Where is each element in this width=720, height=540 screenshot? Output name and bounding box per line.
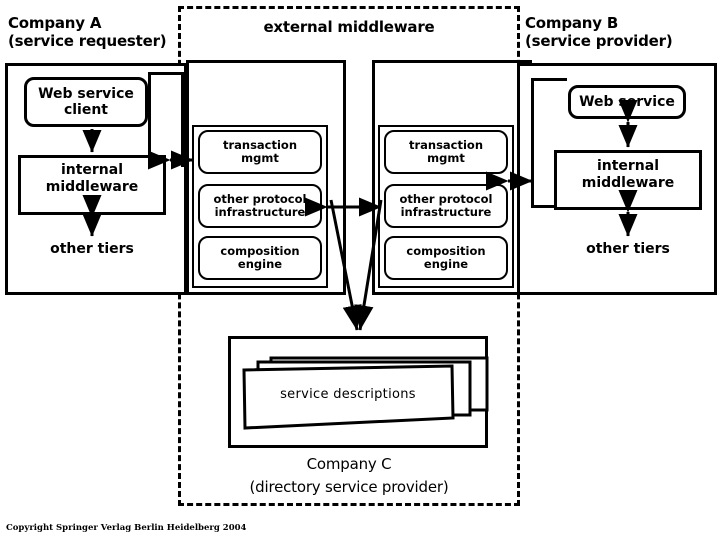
company-c-title-line1: Company C [306,455,392,473]
company-a-title-line2: (service requester) [8,32,167,50]
company-b-internal-middleware-label: internal middleware [581,158,675,191]
middleware-left-composition-engine[interactable]: composition engine [198,236,322,280]
middleware-left-other-protocol-infrastructure-label: other protocol infrastructure [213,191,307,219]
middleware-left-transaction-mgmt[interactable]: transaction mgmt [198,130,322,174]
copyright-notice: Copyright Springer Verlag Berlin Heidelb… [6,523,247,533]
company-b-title-line1: Company B [525,14,619,32]
company-a-other-tiers-label: other tiers [50,241,134,257]
middleware-left-transaction-mgmt-label: transaction mgmt [222,137,298,165]
middleware-right-other-protocol-infrastructure-label: other protocol infrastructure [399,191,493,219]
company-b-other-tiers-label: other tiers [586,241,670,257]
company-b-title-line2: (service provider) [525,32,673,50]
middleware-left-other-protocol-infrastructure[interactable]: other protocol infrastructure [198,184,322,228]
middleware-left-composition-engine-label: composition engine [220,243,300,271]
web-service-client-label: Web service client [38,85,134,118]
middleware-right-other-protocol-infrastructure[interactable]: other protocol infrastructure [384,184,508,228]
company-c-title-line2: (directory service provider) [249,478,449,496]
company-a-title-line1: Company A [8,14,102,32]
service-descriptions-label: service descriptions [280,387,416,402]
middleware-right-transaction-mgmt[interactable]: transaction mgmt [384,130,508,174]
middleware-right-composition-engine[interactable]: composition engine [384,236,508,280]
company-a-connector-bracket [148,72,184,167]
web-service-label: Web service [579,93,675,110]
external-middleware-title: external middleware [263,18,435,36]
company-a-internal-middleware-label: internal middleware [45,162,139,195]
middleware-right-transaction-mgmt-label: transaction mgmt [408,137,484,165]
web-service-client-box[interactable]: Web service client [24,77,148,127]
middleware-right-composition-engine-label: composition engine [406,243,486,271]
web-service-box[interactable]: Web service [568,85,686,119]
diagram-canvas: Company A (service requester) Company B … [0,0,720,540]
